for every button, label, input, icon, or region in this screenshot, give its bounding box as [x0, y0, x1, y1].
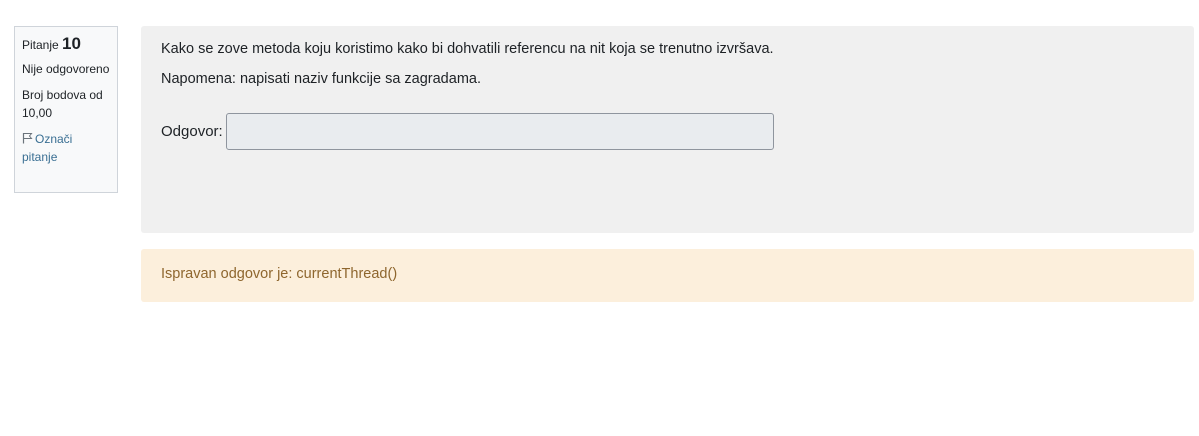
- answer-label: Odgovor:: [161, 123, 223, 140]
- answer-input[interactable]: [225, 113, 774, 150]
- flag-icon: [22, 133, 33, 144]
- question-state: Nije odgovoreno: [22, 62, 110, 76]
- question-number: Pitanje 10: [22, 35, 110, 54]
- question-text: Kako se zove metoda koju koristimo kako …: [161, 41, 774, 57]
- question-grade: Broj bodova od 10,00: [22, 88, 103, 120]
- question-number-value: 10: [62, 34, 81, 53]
- right-answer-text: Ispravan odgovor je: currentThread(): [161, 266, 398, 282]
- question-note: Napomena: napisati naziv funkcije sa zag…: [161, 71, 481, 87]
- question-label: Pitanje: [22, 38, 59, 52]
- right-answer-feedback: Ispravan odgovor je: currentThread(): [141, 249, 1194, 302]
- question-info-panel: Pitanje 10 Nije odgovoreno Broj bodova o…: [14, 26, 118, 193]
- answer-row: Odgovor:: [161, 113, 1174, 150]
- question-formulation: Kako se zove metoda koju koristimo kako …: [141, 26, 1194, 233]
- flag-question-link[interactable]: Označi pitanje: [22, 130, 110, 166]
